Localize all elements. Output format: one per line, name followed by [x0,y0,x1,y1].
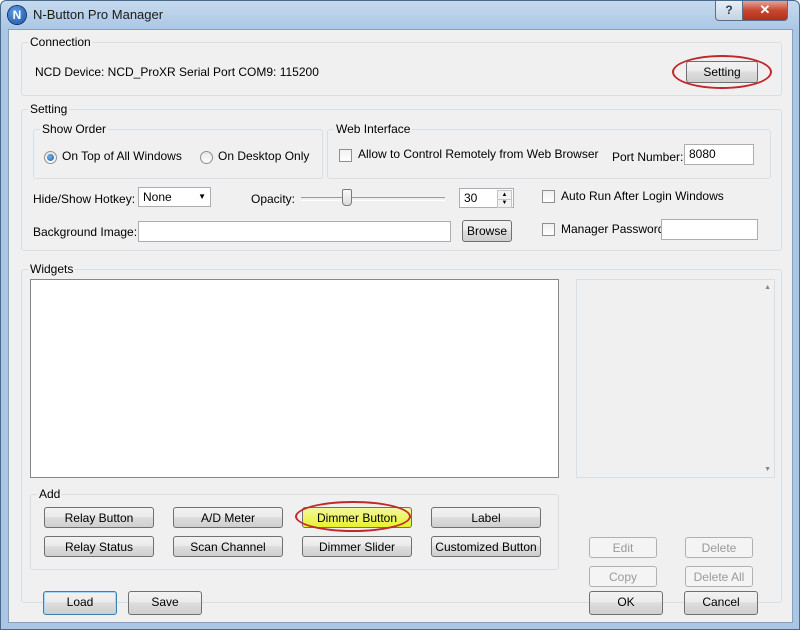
delete-button[interactable]: Delete [685,537,753,558]
opacity-label: Opacity: [251,192,296,206]
widgets-group: Widgets ▲ ▼ Add Relay Button A/D Meter D… [21,262,782,603]
setting-group: Setting Show Order On Top of All Windows… [21,102,782,251]
browse-button[interactable]: Browse [462,220,512,242]
load-button[interactable]: Load [43,591,117,615]
connection-group: Connection NCD Device: NCD_ProXR Serial … [21,35,782,96]
setting-highlight-circle [672,55,772,89]
opacity-slider-track[interactable] [301,197,445,201]
radio-on-top-label[interactable]: On Top of All Windows [62,149,182,163]
hotkey-select-value: None [143,190,172,204]
hotkey-label: Hide/Show Hotkey: [33,192,136,206]
manager-password-input[interactable] [661,219,758,240]
add-group: Add Relay Button A/D Meter Dimmer Button… [30,487,559,570]
widgets-list[interactable] [30,279,559,478]
background-image-input[interactable] [138,221,451,242]
chevron-down-icon: ▼ [198,192,206,201]
app-logo-icon: N [8,6,26,24]
opacity-spinner[interactable]: 30 ▲ ▼ [459,188,514,208]
edit-button[interactable]: Edit [589,537,657,558]
allow-remote-label[interactable]: Allow to Control Remotely from Web Brows… [358,147,599,161]
window-title: N-Button Pro Manager [33,7,164,22]
radio-on-top[interactable] [44,151,57,164]
ad-meter-button[interactable]: A/D Meter [173,507,283,528]
customized-button-button[interactable]: Customized Button [431,536,541,557]
cancel-button[interactable]: Cancel [684,591,758,615]
dimmer-slider-button[interactable]: Dimmer Slider [302,536,412,557]
delete-all-button[interactable]: Delete All [685,566,753,587]
title-bar[interactable]: N N-Button Pro Manager ? ✕ [1,1,799,29]
hotkey-select[interactable]: None ▼ [138,187,211,207]
widget-properties-panel: ▲ ▼ [576,279,775,478]
relay-status-button[interactable]: Relay Status [44,536,154,557]
auto-run-label[interactable]: Auto Run After Login Windows [561,189,724,203]
port-number-input[interactable]: 8080 [684,144,754,165]
ok-button[interactable]: OK [589,591,663,615]
auto-run-checkbox[interactable] [542,190,555,203]
close-button[interactable]: ✕ [742,1,788,21]
radio-on-desktop-label[interactable]: On Desktop Only [218,149,309,163]
manager-password-checkbox[interactable] [542,223,555,236]
copy-button[interactable]: Copy [589,566,657,587]
setting-group-label: Setting [28,102,70,116]
add-group-label: Add [37,487,63,501]
web-interface-group: Web Interface Allow to Control Remotely … [327,122,771,179]
relay-button-button[interactable]: Relay Button [44,507,154,528]
manager-password-label[interactable]: Manager Password [561,222,664,236]
scroll-up-icon[interactable]: ▲ [764,284,771,291]
port-number-label: Port Number: [612,150,684,164]
dimmer-button-highlight-circle [295,501,411,532]
dialog-client-area: Connection NCD Device: NCD_ProXR Serial … [8,29,793,623]
spin-down-icon[interactable]: ▼ [497,199,512,208]
device-info-text: NCD Device: NCD_ProXR Serial Port COM9: … [35,65,319,79]
scan-channel-button[interactable]: Scan Channel [173,536,283,557]
allow-remote-checkbox[interactable] [339,149,352,162]
opacity-value: 30 [464,191,478,205]
help-button[interactable]: ? [715,1,743,21]
background-image-label: Background Image: [33,225,138,239]
scroll-down-icon[interactable]: ▼ [764,466,771,473]
label-widget-button[interactable]: Label [431,507,541,528]
show-order-group: Show Order On Top of All Windows On Desk… [33,122,323,179]
show-order-label: Show Order [40,122,109,136]
save-button[interactable]: Save [128,591,202,615]
connection-group-label: Connection [28,35,93,49]
web-interface-label: Web Interface [334,122,413,136]
radio-on-desktop[interactable] [200,151,213,164]
app-window: N N-Button Pro Manager ? ✕ Connection NC… [0,0,800,630]
opacity-slider-thumb[interactable] [342,189,352,206]
widgets-group-label: Widgets [28,262,76,276]
